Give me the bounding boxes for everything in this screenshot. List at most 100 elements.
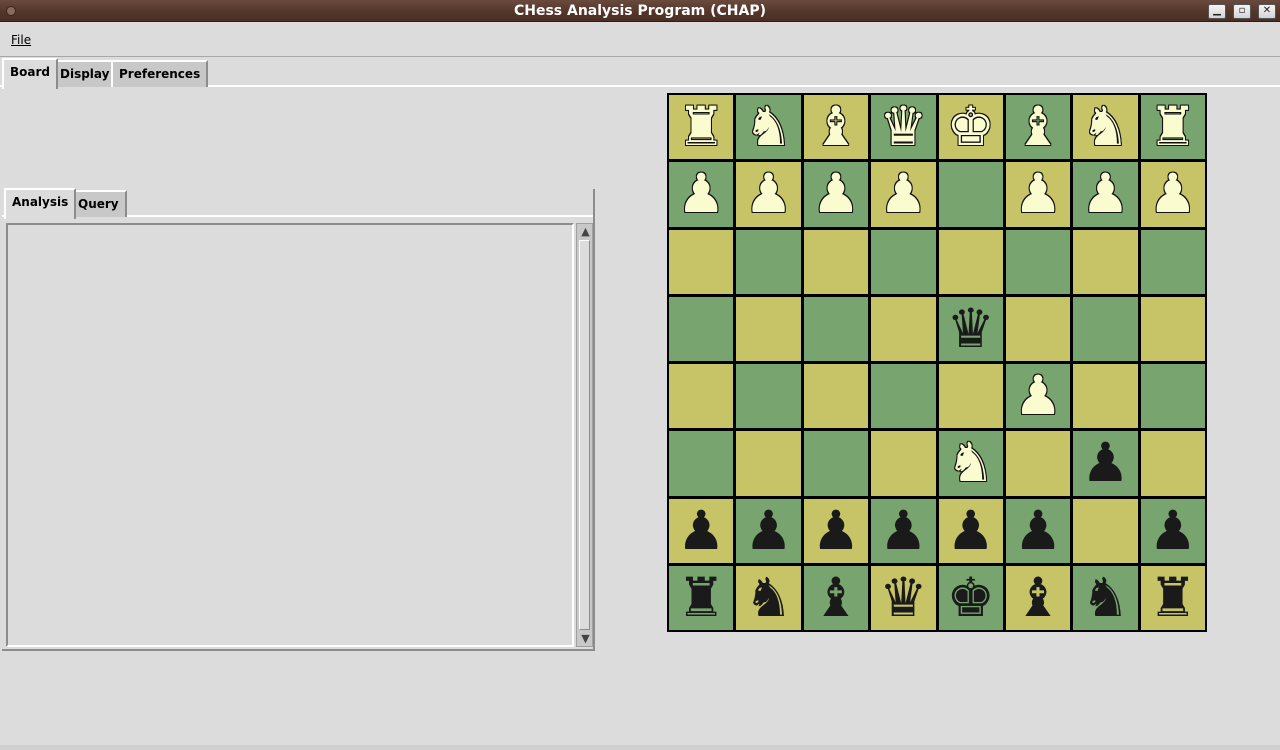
square-h4[interactable] [1140, 296, 1205, 361]
white-pawn-icon[interactable]: ♟ [1014, 167, 1062, 221]
white-rook-icon[interactable]: ♜ [677, 100, 725, 154]
scroll-down-arrow-icon[interactable]: ▼ [579, 632, 592, 645]
square-g4[interactable] [1073, 296, 1138, 361]
square-e2[interactable] [938, 162, 1003, 227]
square-f4[interactable] [1005, 296, 1071, 361]
square-c5[interactable] [803, 364, 869, 429]
square-c4[interactable] [803, 296, 869, 361]
white-pawn-icon[interactable]: ♟ [677, 167, 725, 221]
square-b8[interactable]: ♞ [736, 565, 801, 630]
square-c2[interactable]: ♟ [803, 162, 869, 227]
square-d4[interactable] [871, 296, 936, 361]
black-pawn-icon[interactable]: ♟ [744, 503, 792, 558]
square-e4[interactable]: ♛ [938, 296, 1003, 361]
square-c7[interactable]: ♟ [803, 498, 869, 563]
square-f1[interactable]: ♝ [1005, 95, 1071, 160]
square-f2[interactable]: ♟ [1005, 162, 1071, 227]
black-rook-icon[interactable]: ♜ [1149, 570, 1197, 625]
black-pawn-icon[interactable]: ♟ [812, 503, 860, 558]
square-a7[interactable]: ♟ [669, 498, 734, 563]
white-knight-icon[interactable]: ♞ [1081, 100, 1129, 154]
black-rook-icon[interactable]: ♜ [677, 570, 725, 625]
menu-file[interactable]: File [11, 33, 31, 47]
white-king-icon[interactable]: ♚ [946, 100, 994, 154]
white-rook-icon[interactable]: ♜ [1149, 100, 1197, 154]
square-f5[interactable]: ♟ [1005, 364, 1071, 429]
square-h8[interactable]: ♜ [1140, 565, 1205, 630]
black-pawn-icon[interactable]: ♟ [1014, 503, 1062, 558]
minimize-button[interactable]: ▁ [1208, 4, 1226, 19]
black-pawn-icon[interactable]: ♟ [677, 503, 725, 558]
white-pawn-icon[interactable]: ♟ [879, 167, 927, 221]
square-f8[interactable]: ♝ [1005, 565, 1071, 630]
tab-analysis[interactable]: Analysis [4, 188, 77, 219]
square-d5[interactable] [871, 364, 936, 429]
chess-board[interactable]: ♜ ♞ ♝ ♛ ♚ ♝ ♞ ♜ ♟ ♟ ♟ ♟ ♟ ♟ ♟ ♛ ♟ ♞ ♟ ♟ ♟ ♟ ♟ ♟ ♟ ♟ ♜ ♞ ♝ ♛ ♚ ♝ ♞ ♜ [667, 93, 1207, 632]
analysis-text-area[interactable] [6, 223, 574, 647]
white-pawn-icon[interactable]: ♟ [812, 167, 860, 221]
square-g5[interactable] [1073, 364, 1138, 429]
scroll-up-arrow-icon[interactable]: ▲ [579, 225, 592, 238]
square-a5[interactable] [669, 364, 734, 429]
black-bishop-icon[interactable]: ♝ [1014, 570, 1062, 625]
square-h5[interactable] [1140, 364, 1205, 429]
square-f3[interactable] [1005, 229, 1071, 294]
square-b2[interactable]: ♟ [736, 162, 801, 227]
white-knight-icon[interactable]: ♞ [744, 100, 792, 154]
square-g8[interactable]: ♞ [1073, 565, 1138, 630]
square-g1[interactable]: ♞ [1073, 95, 1138, 160]
square-a2[interactable]: ♟ [669, 162, 734, 227]
tab-display[interactable]: Display [52, 60, 118, 87]
square-c1[interactable]: ♝ [803, 95, 869, 160]
square-b7[interactable]: ♟ [736, 498, 801, 563]
square-c6[interactable] [803, 431, 869, 496]
white-pawn-icon[interactable]: ♟ [1149, 167, 1197, 221]
square-d2[interactable]: ♟ [871, 162, 936, 227]
square-e5[interactable] [938, 364, 1003, 429]
white-bishop-icon[interactable]: ♝ [1014, 100, 1062, 154]
square-c3[interactable] [803, 229, 869, 294]
square-h1[interactable]: ♜ [1140, 95, 1205, 160]
square-e8[interactable]: ♚ [938, 565, 1003, 630]
square-e1[interactable]: ♚ [938, 95, 1003, 160]
square-e3[interactable] [938, 229, 1003, 294]
black-bishop-icon[interactable]: ♝ [812, 570, 860, 625]
square-a3[interactable] [669, 229, 734, 294]
black-pawn-icon[interactable]: ♟ [946, 503, 994, 558]
square-h2[interactable]: ♟ [1140, 162, 1205, 227]
white-knight-icon[interactable]: ♞ [946, 436, 994, 490]
square-d3[interactable] [871, 229, 936, 294]
square-h7[interactable]: ♟ [1140, 498, 1205, 563]
square-e6[interactable]: ♞ [938, 431, 1003, 496]
white-pawn-icon[interactable]: ♟ [744, 167, 792, 221]
black-knight-icon[interactable]: ♞ [744, 570, 792, 625]
black-pawn-icon[interactable]: ♟ [1149, 503, 1197, 558]
scroll-thumb[interactable] [579, 240, 590, 630]
square-d7[interactable]: ♟ [871, 498, 936, 563]
square-b5[interactable] [736, 364, 801, 429]
tab-board[interactable]: Board [2, 58, 58, 89]
square-g2[interactable]: ♟ [1073, 162, 1138, 227]
black-king-icon[interactable]: ♚ [946, 570, 994, 625]
square-f6[interactable] [1005, 431, 1071, 496]
square-f7[interactable]: ♟ [1005, 498, 1071, 563]
black-pawn-icon[interactable]: ♟ [879, 503, 927, 558]
square-a8[interactable]: ♜ [669, 565, 734, 630]
square-d1[interactable]: ♛ [871, 95, 936, 160]
square-d6[interactable] [871, 431, 936, 496]
square-g3[interactable] [1073, 229, 1138, 294]
white-pawn-icon[interactable]: ♟ [1081, 167, 1129, 221]
square-d8[interactable]: ♛ [871, 565, 936, 630]
black-knight-icon[interactable]: ♞ [1081, 570, 1129, 625]
square-h6[interactable] [1140, 431, 1205, 496]
white-bishop-icon[interactable]: ♝ [812, 100, 860, 154]
square-a1[interactable]: ♜ [669, 95, 734, 160]
square-g7[interactable] [1073, 498, 1138, 563]
square-b6[interactable] [736, 431, 801, 496]
tab-preferences[interactable]: Preferences [111, 60, 209, 87]
square-b3[interactable] [736, 229, 801, 294]
white-pawn-icon[interactable]: ♟ [1014, 369, 1062, 423]
white-queen-icon[interactable]: ♛ [879, 100, 927, 154]
square-a6[interactable] [669, 431, 734, 496]
square-e7[interactable]: ♟ [938, 498, 1003, 563]
